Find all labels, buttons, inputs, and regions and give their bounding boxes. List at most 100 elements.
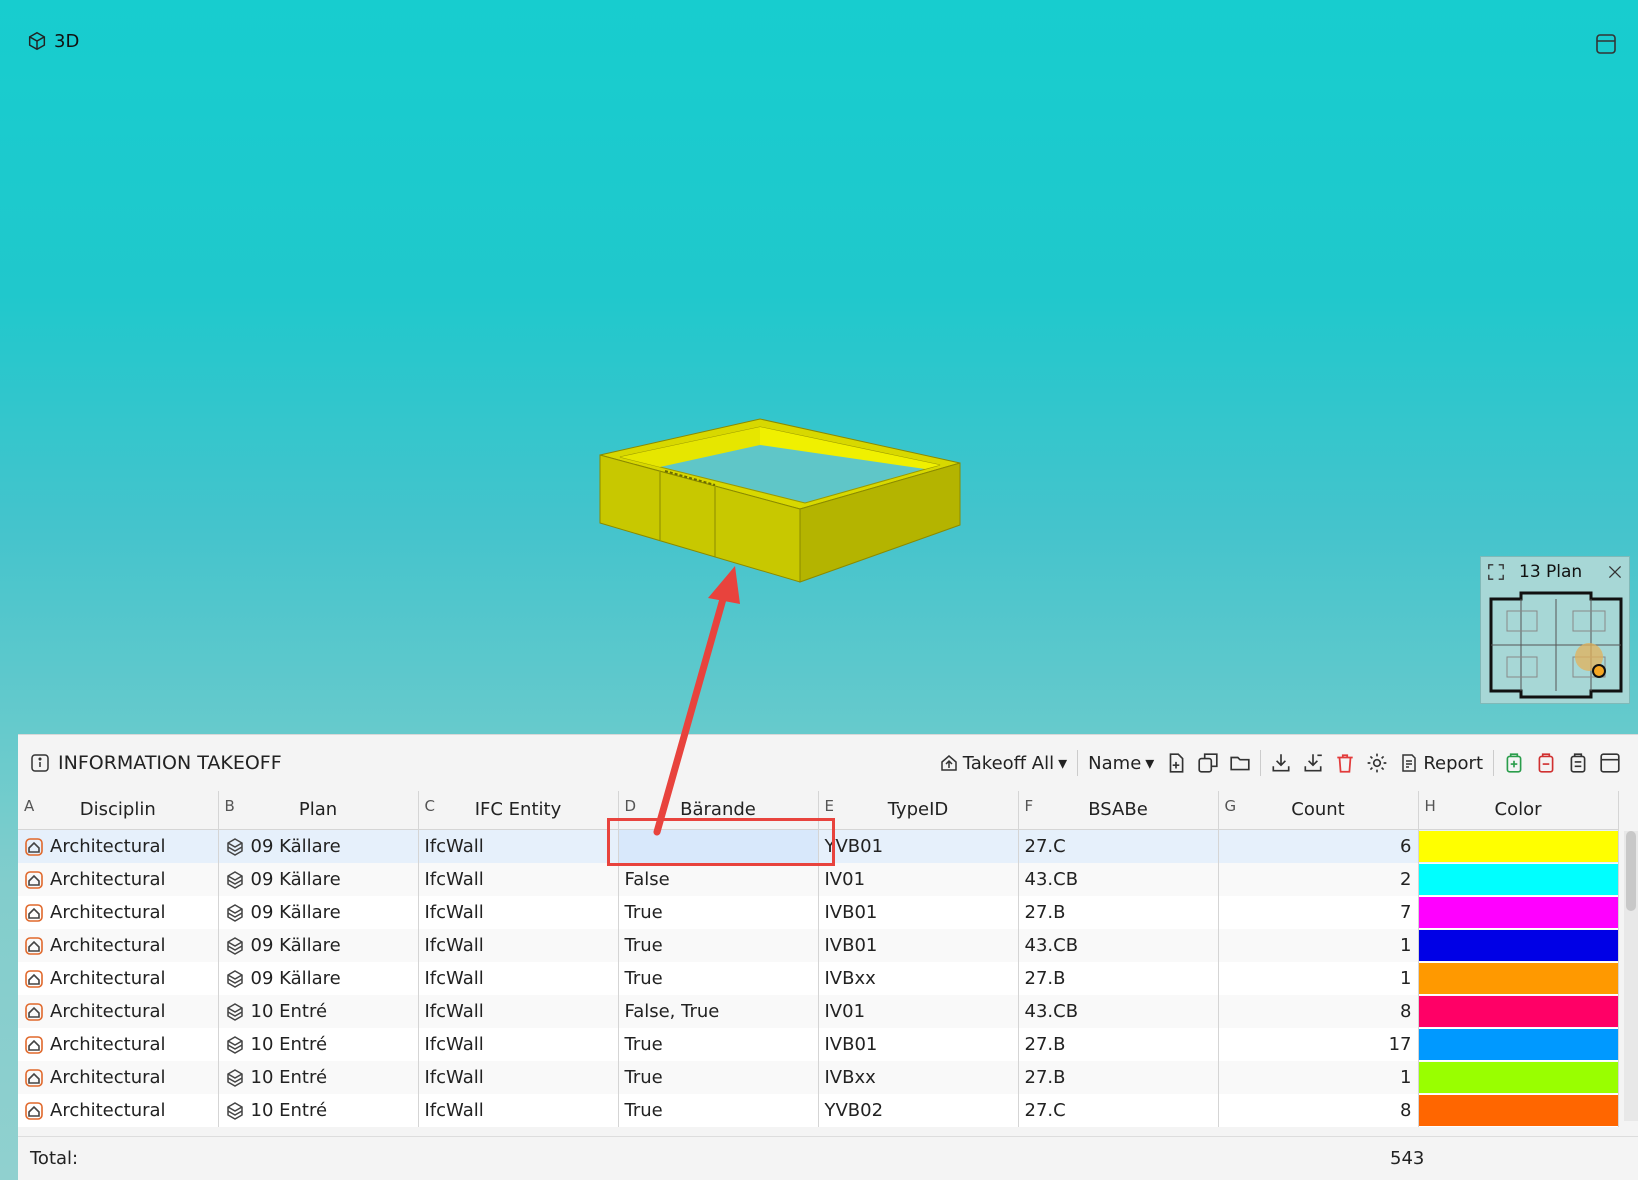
wall-model[interactable] bbox=[590, 405, 990, 595]
cell-entity[interactable]: IfcWall bbox=[418, 829, 619, 863]
column-header-count[interactable]: G Count bbox=[1218, 791, 1419, 830]
cell-count[interactable]: 1 bbox=[1218, 1060, 1419, 1094]
folder-icon[interactable] bbox=[1227, 750, 1253, 776]
cell-barande[interactable]: True bbox=[618, 928, 819, 962]
report-button[interactable]: Report bbox=[1393, 748, 1489, 778]
color-swatch[interactable] bbox=[1418, 995, 1617, 1027]
cell-plan[interactable]: 10 Entré bbox=[218, 1027, 419, 1061]
vertical-scrollbar[interactable] bbox=[1624, 831, 1638, 1121]
cell-typeid[interactable]: IV01 bbox=[818, 994, 1019, 1028]
cell-disciplin[interactable]: Architectural bbox=[18, 961, 219, 995]
cell-entity[interactable]: IfcWall bbox=[418, 961, 619, 995]
column-header-color[interactable]: H Color bbox=[1418, 791, 1619, 830]
cell-barande[interactable]: True bbox=[618, 1093, 819, 1127]
cell-count[interactable]: 1 bbox=[1218, 961, 1419, 995]
cell-entity[interactable]: IfcWall bbox=[418, 862, 619, 896]
cell-bsabe[interactable]: 27.B bbox=[1018, 895, 1219, 929]
takeoff-all-button[interactable]: Takeoff All ▾ bbox=[933, 748, 1073, 778]
name-dropdown[interactable]: Name ▾ bbox=[1082, 748, 1160, 778]
table-row[interactable]: Architectural 10 Entré IfcWall True IVB01 27.… bbox=[18, 1027, 1619, 1061]
cell-barande[interactable]: False, True bbox=[618, 994, 819, 1028]
cell-disciplin[interactable]: Architectural bbox=[18, 1027, 219, 1061]
close-icon[interactable] bbox=[1607, 564, 1623, 580]
cell-count[interactable]: 1 bbox=[1218, 928, 1419, 962]
cell-color[interactable] bbox=[1418, 928, 1619, 962]
cell-entity[interactable]: IfcWall bbox=[418, 994, 619, 1028]
clipboard-remove-icon[interactable] bbox=[1533, 750, 1559, 776]
cell-bsabe[interactable]: 27.B bbox=[1018, 961, 1219, 995]
cell-barande[interactable]: True bbox=[618, 1027, 819, 1061]
cell-typeid[interactable]: IVB01 bbox=[818, 895, 1019, 929]
cell-barande[interactable] bbox=[618, 829, 819, 863]
cell-disciplin[interactable]: Architectural bbox=[18, 895, 219, 929]
cell-entity[interactable]: IfcWall bbox=[418, 1093, 619, 1127]
cell-barande[interactable]: False bbox=[618, 862, 819, 896]
cell-barande[interactable]: True bbox=[618, 961, 819, 995]
cell-plan[interactable]: 09 Källare bbox=[218, 895, 419, 929]
cell-typeid[interactable]: IVB01 bbox=[818, 928, 1019, 962]
clipboard-icon[interactable] bbox=[1565, 750, 1591, 776]
cell-color[interactable] bbox=[1418, 1093, 1619, 1127]
cell-plan[interactable]: 09 Källare bbox=[218, 928, 419, 962]
window-toggle-icon[interactable] bbox=[1594, 32, 1618, 56]
table-row[interactable]: Architectural 10 Entré IfcWall False, True I… bbox=[18, 994, 1619, 1028]
cell-plan[interactable]: 09 Källare bbox=[218, 829, 419, 863]
expand-icon[interactable] bbox=[1487, 563, 1505, 581]
cell-barande[interactable]: True bbox=[618, 1060, 819, 1094]
cell-disciplin[interactable]: Architectural bbox=[18, 862, 219, 896]
cell-disciplin[interactable]: Architectural bbox=[18, 928, 219, 962]
scrollbar-thumb[interactable] bbox=[1626, 831, 1636, 911]
column-header-plan[interactable]: B Plan bbox=[218, 791, 419, 830]
column-header-ifc-entity[interactable]: C IFC Entity bbox=[418, 791, 619, 830]
color-swatch[interactable] bbox=[1418, 1028, 1617, 1060]
column-header-b-rande[interactable]: D Bärande bbox=[618, 791, 819, 830]
cell-bsabe[interactable]: 27.C bbox=[1018, 829, 1219, 863]
cell-count[interactable]: 8 bbox=[1218, 1093, 1419, 1127]
cell-entity[interactable]: IfcWall bbox=[418, 1060, 619, 1094]
cell-color[interactable] bbox=[1418, 829, 1619, 863]
cell-bsabe[interactable]: 43.CB bbox=[1018, 928, 1219, 962]
duplicate-icon[interactable] bbox=[1195, 750, 1221, 776]
cell-typeid[interactable]: IV01 bbox=[818, 862, 1019, 896]
cell-count[interactable]: 7 bbox=[1218, 895, 1419, 929]
cell-plan[interactable]: 09 Källare bbox=[218, 961, 419, 995]
cell-count[interactable]: 6 bbox=[1218, 829, 1419, 863]
floor-plan-thumbnail[interactable] bbox=[1487, 591, 1625, 699]
table-row[interactable]: Architectural 09 Källare IfcWall True IVBxx 2… bbox=[18, 961, 1619, 995]
cell-typeid[interactable]: IVBxx bbox=[818, 961, 1019, 995]
window-toggle-icon[interactable] bbox=[1597, 750, 1623, 776]
cell-plan[interactable]: 09 Källare bbox=[218, 862, 419, 896]
cell-color[interactable] bbox=[1418, 1060, 1619, 1094]
cell-plan[interactable]: 10 Entré bbox=[218, 1060, 419, 1094]
color-swatch[interactable] bbox=[1418, 1094, 1617, 1126]
cell-entity[interactable]: IfcWall bbox=[418, 1027, 619, 1061]
download-icon[interactable] bbox=[1268, 750, 1294, 776]
table-row[interactable]: Architectural 10 Entré IfcWall True IVBxx 27.… bbox=[18, 1060, 1619, 1094]
cell-bsabe[interactable]: 27.B bbox=[1018, 1060, 1219, 1094]
cell-bsabe[interactable]: 43.CB bbox=[1018, 994, 1219, 1028]
cell-count[interactable]: 17 bbox=[1218, 1027, 1419, 1061]
cell-typeid[interactable]: YVB02 bbox=[818, 1093, 1019, 1127]
cell-typeid[interactable]: IVBxx bbox=[818, 1060, 1019, 1094]
minimap-panel[interactable]: 13 Plan bbox=[1480, 556, 1630, 704]
cell-plan[interactable]: 10 Entré bbox=[218, 994, 419, 1028]
table-row[interactable]: Architectural 09 Källare IfcWall False IV01 4… bbox=[18, 862, 1619, 896]
cell-bsabe[interactable]: 27.C bbox=[1018, 1093, 1219, 1127]
new-file-icon[interactable] bbox=[1163, 750, 1189, 776]
color-swatch[interactable] bbox=[1418, 863, 1617, 895]
color-swatch[interactable] bbox=[1418, 1061, 1617, 1093]
download-all-icon[interactable] bbox=[1300, 750, 1326, 776]
cell-count[interactable]: 2 bbox=[1218, 862, 1419, 896]
cell-disciplin[interactable]: Architectural bbox=[18, 829, 219, 863]
cell-entity[interactable]: IfcWall bbox=[418, 928, 619, 962]
cell-typeid[interactable]: YVB01 bbox=[818, 829, 1019, 863]
table-row[interactable]: Architectural 09 Källare IfcWall True IVB01 4… bbox=[18, 928, 1619, 962]
table-row[interactable]: Architectural 10 Entré IfcWall True YVB02 27.… bbox=[18, 1093, 1619, 1127]
cell-plan[interactable]: 10 Entré bbox=[218, 1093, 419, 1127]
cell-color[interactable] bbox=[1418, 1027, 1619, 1061]
color-swatch[interactable] bbox=[1418, 896, 1617, 928]
clipboard-add-icon[interactable] bbox=[1501, 750, 1527, 776]
color-swatch[interactable] bbox=[1418, 929, 1617, 961]
cell-entity[interactable]: IfcWall bbox=[418, 895, 619, 929]
table-row[interactable]: Architectural 09 Källare IfcWall YVB01 27.C 6 bbox=[18, 829, 1619, 863]
